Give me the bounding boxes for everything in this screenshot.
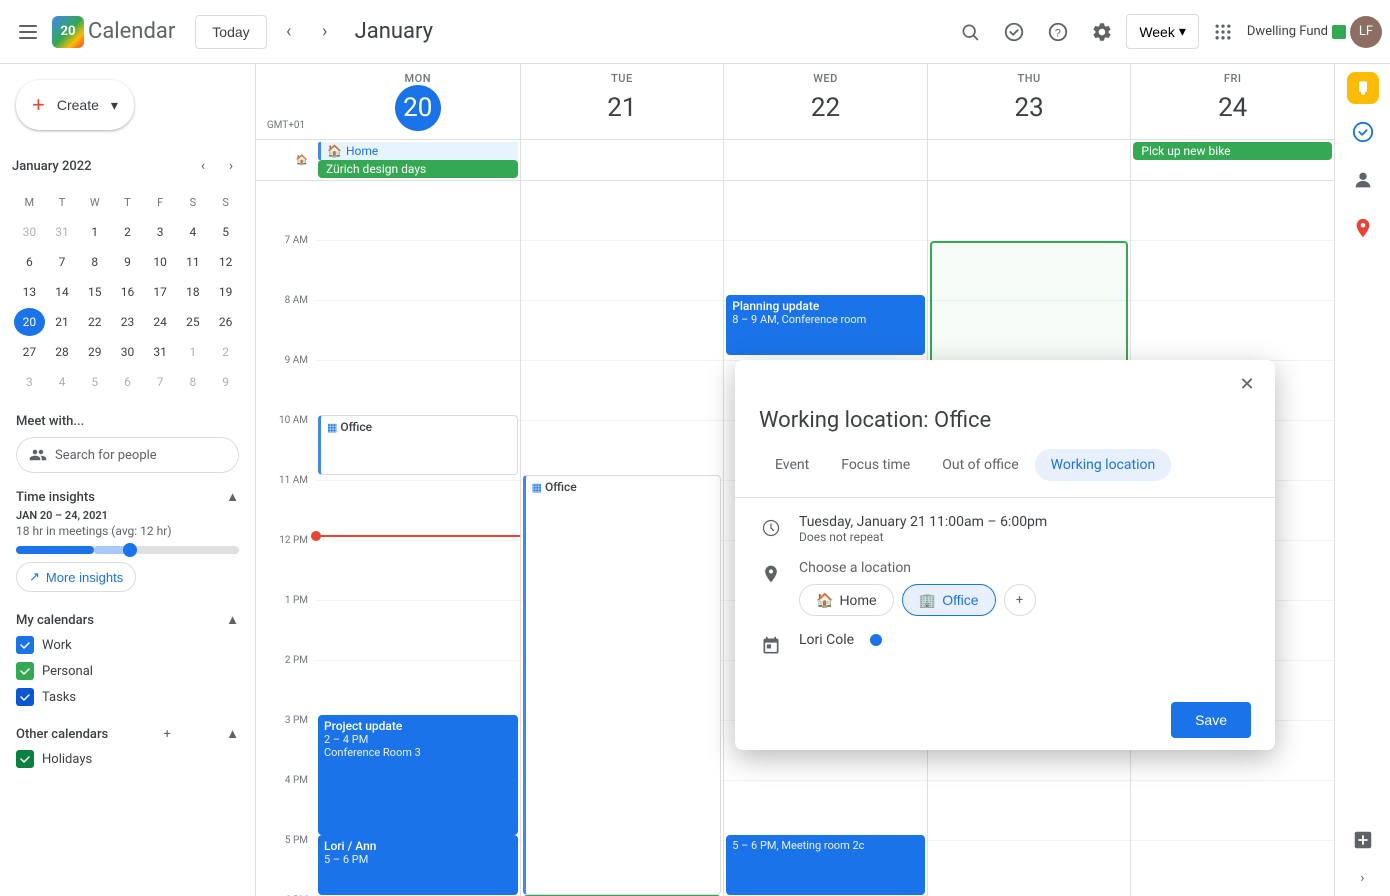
location-icon: [759, 562, 783, 586]
tab-out-of-office[interactable]: Out of office: [926, 449, 1034, 481]
popup-body: Tuesday, January 21 11:00am – 6:00pm Doe…: [735, 498, 1275, 690]
popup-title: Working location: Office: [735, 408, 1275, 449]
popup-tabs: Event Focus time Out of office Working l…: [735, 449, 1275, 498]
calendar-owner-name: Lori Cole: [799, 632, 854, 648]
popup-overlay: ✕ Working location: Office Event Focus t…: [0, 0, 1390, 896]
calendar-icon: [759, 634, 783, 658]
popup-footer: Save: [735, 690, 1275, 750]
tab-working-location[interactable]: Working location: [1035, 449, 1172, 481]
location-office-button[interactable]: 🏢 Office: [902, 584, 996, 616]
working-location-popup: ✕ Working location: Office Event Focus t…: [735, 360, 1275, 750]
tab-focus-time[interactable]: Focus time: [825, 449, 926, 481]
tab-event[interactable]: Event: [759, 449, 825, 481]
popup-datetime: Tuesday, January 21 11:00am – 6:00pm: [799, 514, 1047, 530]
popup-datetime-row: Tuesday, January 21 11:00am – 6:00pm Doe…: [759, 514, 1251, 544]
save-button[interactable]: Save: [1171, 702, 1251, 738]
calendar-owner-dot: [870, 634, 882, 646]
popup-location-row: Choose a location 🏠 Home 🏢 Office +: [759, 560, 1251, 616]
popup-close-button[interactable]: ✕: [1231, 368, 1263, 400]
calendar-owner-row: Lori Cole: [799, 632, 882, 648]
clock-icon: [759, 516, 783, 540]
popup-calendar-row: Lori Cole: [759, 632, 1251, 658]
location-label: Choose a location: [799, 560, 1036, 576]
popup-repeat: Does not repeat: [799, 530, 1047, 544]
location-buttons: 🏠 Home 🏢 Office +: [799, 584, 1036, 616]
location-home-button[interactable]: 🏠 Home: [799, 584, 894, 616]
location-add-button[interactable]: +: [1004, 584, 1036, 616]
